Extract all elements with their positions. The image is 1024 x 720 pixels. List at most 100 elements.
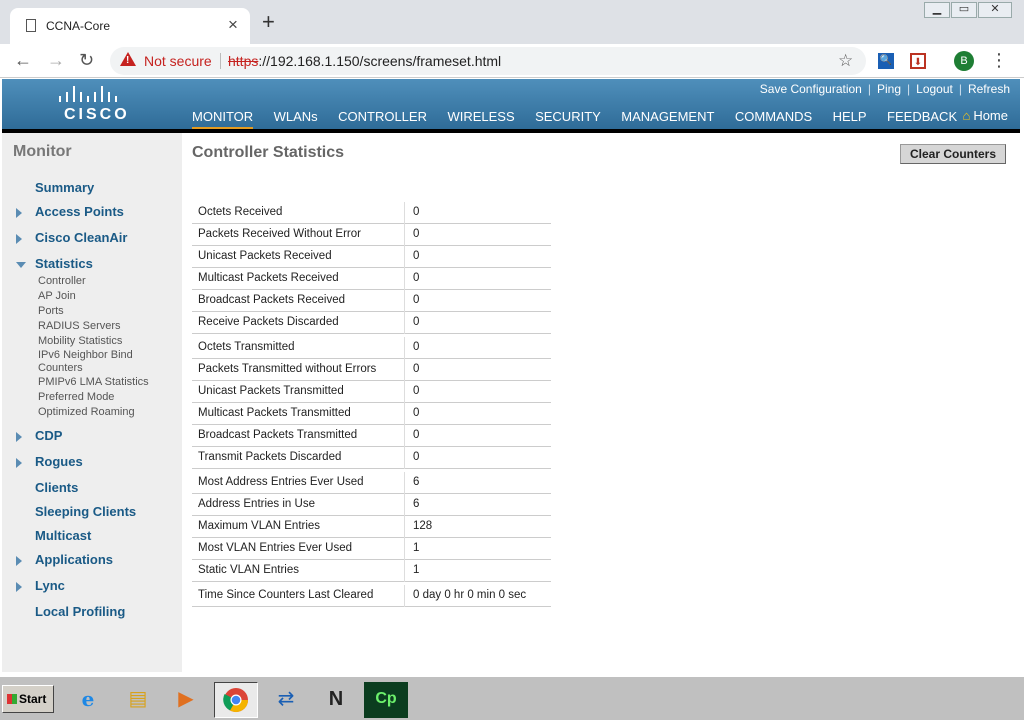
utility-links: Save Configuration | Ping | Logout | Refresh [759, 82, 1010, 96]
sidebar-item-clients[interactable]: Clients [35, 480, 78, 495]
expand-arrow-icon[interactable] [16, 556, 22, 566]
security-status[interactable]: Not secure [144, 53, 212, 69]
main-content: Controller Statistics Clear Counters Oct… [182, 133, 1020, 672]
sidebar-subitem-preferred-mode[interactable]: Preferred Mode [38, 391, 114, 404]
stat-value: 0 [404, 202, 419, 224]
n-app-icon[interactable]: N [314, 682, 358, 718]
close-tab-icon[interactable]: × [228, 15, 238, 35]
nav-security[interactable]: SECURITY [535, 109, 601, 127]
sidebar-subitem-mobility-statistics[interactable]: Mobility Statistics [38, 335, 122, 348]
stat-row: Octets Received 0 [192, 202, 551, 224]
sidebar-subitem-optimized-roaming[interactable]: Optimized Roaming [38, 406, 135, 419]
expand-arrow-icon[interactable] [16, 208, 22, 218]
stat-row: Transmit Packets Discarded 0 [192, 447, 551, 469]
ping-link[interactable]: Ping [877, 82, 901, 96]
url-text[interactable]: https://192.168.1.150/screens/frameset.h… [228, 53, 501, 69]
nav-feedback[interactable]: FEEDBACK [887, 109, 957, 127]
address-bar[interactable]: ! Not secure https://192.168.1.150/scree… [110, 47, 866, 75]
expand-arrow-icon[interactable] [16, 458, 22, 468]
refresh-link[interactable]: Refresh [968, 82, 1010, 96]
sidebar-item-statistics[interactable]: Statistics [35, 256, 93, 271]
nav-commands[interactable]: COMMANDS [735, 109, 812, 127]
new-tab-icon[interactable]: + [262, 11, 275, 33]
nav-wireless[interactable]: WIRELESS [447, 109, 514, 127]
sidebar-item-access-points[interactable]: Access Points [35, 204, 124, 219]
stat-value: 1 [404, 538, 419, 560]
stat-value: 0 [404, 403, 419, 425]
stat-value: 0 [404, 381, 419, 403]
start-label: Start [19, 692, 47, 706]
save-configuration-link[interactable]: Save Configuration [760, 82, 862, 96]
cisco-logo: CISCO [64, 106, 130, 123]
minimize-icon[interactable]: ▁ [924, 2, 950, 18]
network-icon[interactable]: ⇄ [264, 682, 308, 718]
captivate-icon[interactable]: Cp [364, 682, 408, 718]
nav-help[interactable]: HELP [833, 109, 867, 127]
stat-row: Most Address Entries Ever Used 6 [192, 472, 551, 494]
sidebar-subitem-ports[interactable]: Ports [38, 305, 64, 318]
restore-icon[interactable]: ▭ [951, 2, 977, 18]
back-icon[interactable]: ← [14, 50, 32, 71]
stat-value: 6 [404, 472, 419, 494]
sidebar-subitem-ipv6-neighbor-bind[interactable]: IPv6 Neighbor Bind [38, 349, 133, 362]
stat-row: Static VLAN Entries 1 [192, 560, 551, 582]
sidebar-item-sleeping-clients[interactable]: Sleeping Clients [35, 504, 136, 519]
sidebar-item-lync[interactable]: Lync [35, 578, 65, 593]
stat-value: 0 [404, 290, 419, 312]
collapse-arrow-icon[interactable] [16, 262, 26, 268]
browser-tab[interactable]: CCNA-Core × [10, 8, 250, 44]
stat-label: Octets Transmitted [198, 341, 295, 353]
internet-explorer-icon[interactable]: e [66, 682, 110, 718]
sidebar-item-cisco-cleanair[interactable]: Cisco CleanAir [35, 230, 127, 245]
sidebar-item-local-profiling[interactable]: Local Profiling [35, 604, 125, 619]
expand-arrow-icon[interactable] [16, 234, 22, 244]
profile-avatar[interactable]: B [954, 51, 974, 71]
stat-row: Broadcast Packets Transmitted 0 [192, 425, 551, 447]
stat-label: Receive Packets Discarded [198, 316, 339, 328]
sidebar-subitem-radius-servers[interactable]: RADIUS Servers [38, 320, 121, 333]
stat-label: Broadcast Packets Received [198, 294, 346, 306]
file-explorer-icon[interactable]: ▤ [116, 682, 160, 718]
sidebar-subitem-ap-join[interactable]: AP Join [38, 290, 76, 303]
start-button[interactable]: Start [2, 685, 54, 713]
sidebar-item-applications[interactable]: Applications [35, 552, 113, 567]
stat-row: Time Since Counters Last Cleared 0 day 0 … [192, 585, 551, 607]
chrome-icon[interactable] [214, 682, 258, 718]
expand-arrow-icon[interactable] [16, 582, 22, 592]
reload-icon[interactable]: ↻ [79, 50, 94, 71]
os-taskbar: Start e ▤ ▶ ⇄ N Cp [0, 676, 1024, 720]
browser-menu-icon[interactable]: ⋮ [990, 50, 1008, 71]
sidebar-subitem-controller[interactable]: Controller [38, 275, 86, 288]
media-player-icon[interactable]: ▶ [164, 682, 208, 718]
logout-link[interactable]: Logout [916, 82, 953, 96]
home-link[interactable]: ⌂ Home [962, 108, 1008, 123]
search-extension-icon[interactable]: 🔍 [878, 53, 894, 69]
stat-label: Octets Received [198, 206, 283, 218]
stat-label: Most VLAN Entries Ever Used [198, 542, 353, 554]
stat-row: Octets Transmitted 0 [192, 337, 551, 359]
nav-controller[interactable]: CONTROLLER [338, 109, 427, 127]
stat-value: 0 [404, 224, 419, 246]
nav-management[interactable]: MANAGEMENT [621, 109, 714, 127]
sidebar-subitem-ipv6-counters[interactable]: Counters [38, 362, 83, 375]
sidebar-item-rogues[interactable]: Rogues [35, 454, 83, 469]
bookmark-star-icon[interactable]: ☆ [838, 51, 853, 71]
forward-icon[interactable]: → [47, 50, 65, 71]
stat-value: 1 [404, 560, 419, 582]
nav-monitor[interactable]: MONITOR [192, 109, 254, 130]
expand-arrow-icon[interactable] [16, 432, 22, 442]
close-window-icon[interactable]: ✕ [978, 2, 1012, 18]
stat-row: Most VLAN Entries Ever Used 1 [192, 538, 551, 560]
sidebar-item-multicast[interactable]: Multicast [35, 528, 91, 543]
sidebar-item-cdp[interactable]: CDP [35, 428, 62, 443]
sidebar-item-summary[interactable]: Summary [35, 180, 94, 195]
nav-wlans[interactable]: WLANs [274, 109, 318, 127]
sidebar-subitem-pmipv6-lma-statistics[interactable]: PMIPv6 LMA Statistics [38, 376, 149, 389]
clear-counters-button[interactable]: Clear Counters [900, 144, 1006, 164]
sidebar-title: Monitor [13, 143, 72, 160]
stat-row: Receive Packets Discarded 0 [192, 312, 551, 334]
stat-row: Unicast Packets Transmitted 0 [192, 381, 551, 403]
pocket-extension-icon[interactable]: ⬇ [910, 53, 926, 69]
cisco-logo-bars-icon [59, 86, 129, 102]
stat-value: 6 [404, 494, 419, 516]
